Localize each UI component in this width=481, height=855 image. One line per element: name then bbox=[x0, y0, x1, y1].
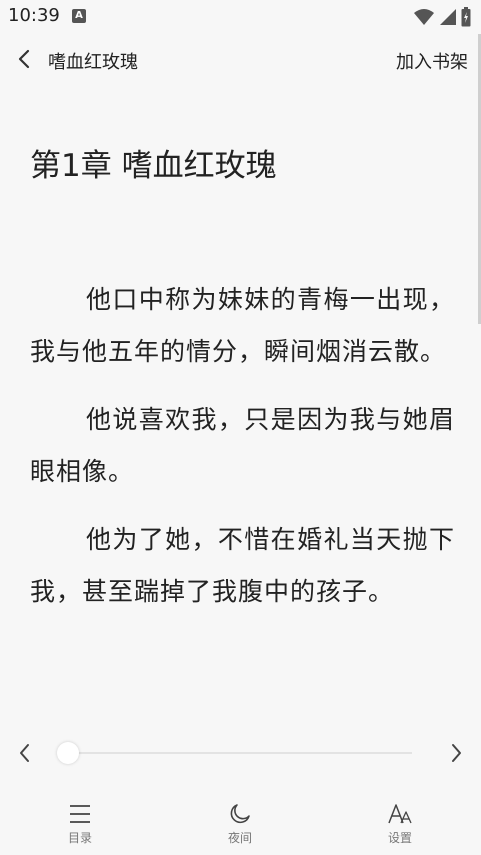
chapter-progress bbox=[0, 738, 481, 768]
next-chapter-button[interactable] bbox=[445, 741, 467, 765]
add-to-shelf-button[interactable]: 加入书架 bbox=[396, 48, 468, 74]
reader-header: 嗜血红玫瑰 加入书架 bbox=[0, 40, 481, 80]
paragraph: 他说喜欢我，只是因为我与她眉眼相像。 bbox=[30, 405, 455, 486]
nav-settings-label: 设置 bbox=[387, 831, 412, 845]
status-bar: 10:39 A bbox=[0, 0, 481, 34]
chapter-title: 第1章 嗜血红玫瑰 bbox=[30, 148, 277, 184]
battery-icon bbox=[461, 7, 471, 27]
wifi-icon bbox=[414, 9, 434, 25]
nav-settings[interactable]: 设置 bbox=[360, 796, 440, 852]
progress-slider[interactable] bbox=[57, 742, 412, 764]
status-time: 10:39 bbox=[8, 5, 60, 26]
chevron-left-icon[interactable] bbox=[14, 48, 36, 70]
status-icons bbox=[413, 7, 471, 27]
paragraph: 他口中称为妹妹的青梅一出现，我与他五年的情分，瞬间烟消云散。 bbox=[30, 285, 455, 366]
signal-icon bbox=[440, 9, 456, 25]
moon-icon bbox=[230, 804, 250, 824]
paragraph: 他为了她，不惜在婚礼当天抛下我，甚至踹掉了我腹中的孩子。 bbox=[30, 525, 455, 606]
prev-chapter-button[interactable] bbox=[14, 741, 36, 765]
a-icon: A bbox=[72, 9, 86, 23]
nav-catalog-label: 目录 bbox=[67, 831, 92, 845]
menu-icon bbox=[70, 805, 90, 823]
chapter-content: 他口中称为妹妹的青梅一出现，我与他五年的情分，瞬间烟消云散。 他说喜欢我，只是因… bbox=[30, 274, 455, 634]
nav-night-label: 夜间 bbox=[227, 831, 252, 845]
bottom-nav: 目录 夜间 设置 bbox=[0, 796, 481, 855]
reader-screen: 10:39 A 嗜血红玫瑰 加入书架 第1章 嗜血红玫瑰 他口中称为妹妹的青梅一… bbox=[0, 0, 481, 855]
progress-thumb[interactable] bbox=[57, 742, 79, 764]
nav-night[interactable]: 夜间 bbox=[200, 796, 280, 852]
nav-catalog[interactable]: 目录 bbox=[40, 796, 120, 852]
book-title: 嗜血红玫瑰 bbox=[48, 52, 138, 73]
font-size-icon bbox=[388, 804, 412, 824]
